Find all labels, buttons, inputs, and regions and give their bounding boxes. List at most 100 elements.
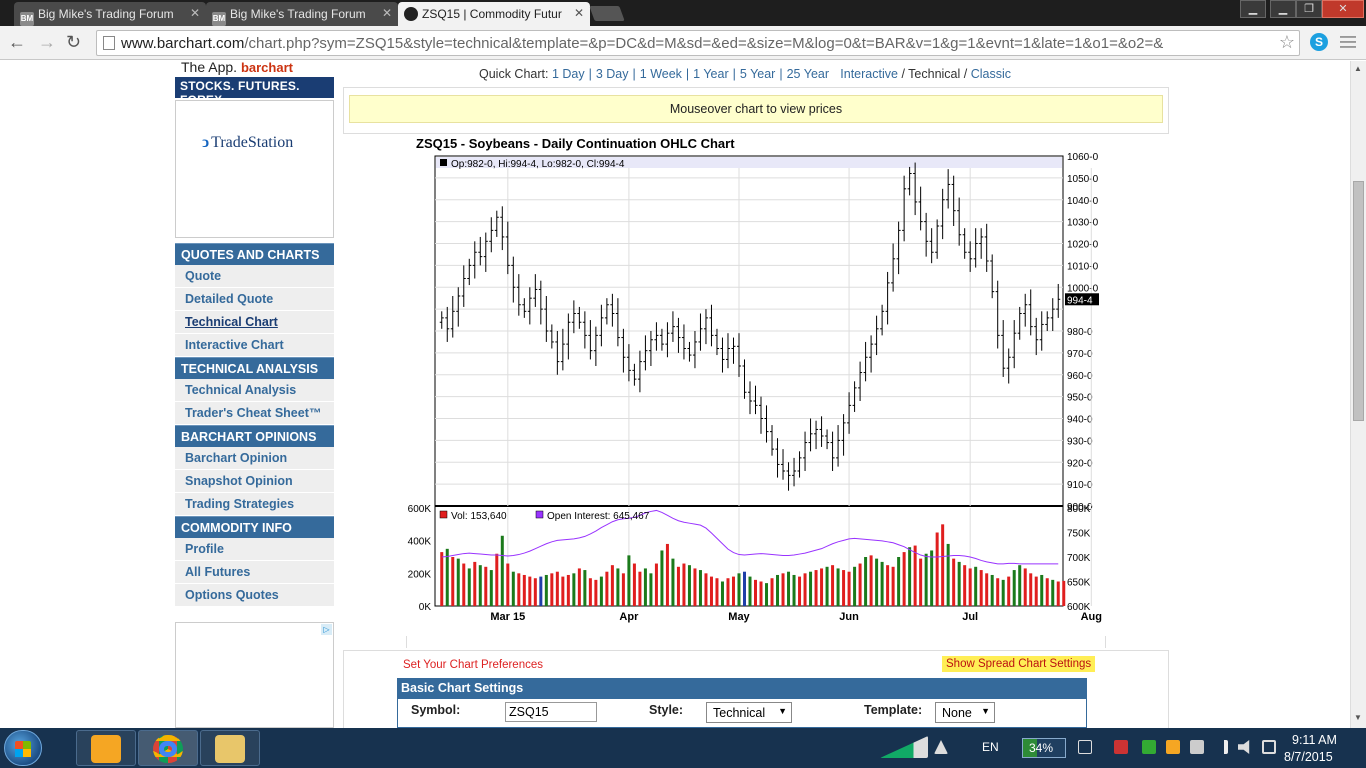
taskbar-chrome[interactable] (138, 730, 198, 766)
updates-icon[interactable] (1166, 740, 1180, 754)
link-interactive[interactable]: Interactive (840, 67, 898, 81)
section-barchart-opinions: BARCHART OPINIONS (175, 425, 334, 447)
network-meter-icon[interactable] (880, 736, 928, 758)
wireless-icon[interactable] (934, 740, 948, 754)
security-shield-icon[interactable] (1142, 740, 1156, 754)
quick-link-25-year[interactable]: 25 Year (787, 67, 829, 81)
quick-link-1-week[interactable]: 1 Week (640, 67, 682, 81)
volume-bar (572, 573, 576, 606)
volume-bar (506, 563, 510, 606)
sidebar-item-profile[interactable]: Profile (175, 538, 334, 561)
taskbar-outlook[interactable] (76, 730, 136, 766)
volume-bar (919, 558, 923, 606)
quick-chart-bar: Quick Chart: 1 Day | 3 Day | 1 Week | 1 Year | 5… (479, 67, 1012, 81)
volume-bar (687, 565, 691, 606)
oi-tick-label: 800K (1067, 504, 1091, 515)
volume-bar (599, 576, 603, 606)
clock-date[interactable]: 8/7/2015 (1284, 750, 1333, 764)
tab-big-mikes-1[interactable]: BM Big Mike's Trading Forum ✕ (14, 2, 206, 26)
volume-icon[interactable] (1238, 740, 1250, 754)
close-tab-icon[interactable]: ✕ (190, 6, 200, 20)
sidebar-ad[interactable]: ▷ (175, 622, 334, 728)
scroll-up-icon[interactable]: ▲ (1354, 64, 1362, 73)
mouseover-hint: Mouseover chart to view prices (349, 95, 1163, 123)
quick-link-5-year[interactable]: 5 Year (740, 67, 775, 81)
chrome-menu-icon[interactable]: — — — (1340, 29, 1356, 55)
show-spread-settings-button[interactable]: Show Spread Chart Settings (942, 656, 1096, 672)
tab-title: Big Mike's Trading Forum (230, 7, 366, 21)
taskbar-explorer[interactable] (200, 730, 260, 766)
bookmark-star-icon[interactable]: ☆ (1279, 32, 1295, 53)
sidebar-item-interactive-chart[interactable]: Interactive Chart (175, 334, 334, 357)
action-center-icon[interactable] (1190, 740, 1204, 754)
ohlc-chart[interactable]: 900-0910-0920-0930-0940-0950-0960-0970-0… (360, 150, 1120, 630)
sidebar-item-traders-cheat-sheet[interactable]: Trader's Cheat Sheet™ (175, 402, 334, 425)
sidebar-item-options-quotes[interactable]: Options Quotes (175, 584, 334, 607)
volume-bar (792, 574, 796, 606)
quick-link-3-day[interactable]: 3 Day (596, 67, 629, 81)
start-button[interactable] (4, 730, 42, 766)
battery-indicator[interactable]: 34% (1022, 738, 1066, 758)
volume-bar (831, 565, 835, 606)
volume-bar (820, 568, 824, 606)
volume-bar (754, 579, 758, 606)
volume-bar (869, 555, 873, 606)
sidebar-item-detailed-quote[interactable]: Detailed Quote (175, 288, 334, 311)
power-plug-icon[interactable] (1078, 740, 1092, 754)
scroll-down-icon[interactable]: ▼ (1354, 713, 1362, 722)
sidebar-item-technical-chart[interactable]: Technical Chart (175, 311, 334, 334)
price-tick-label: 1040-0 (1067, 196, 1099, 207)
close-window-button[interactable]: ✕ (1322, 0, 1364, 18)
sidebar-item-trading-strategies[interactable]: Trading Strategies (175, 493, 334, 516)
link-classic[interactable]: Classic (971, 67, 1011, 81)
chart-preferences-link[interactable]: Set Your Chart Preferences (403, 659, 543, 671)
section-commodity-info: COMMODITY INFO (175, 516, 334, 538)
sidebar-item-all-futures[interactable]: All Futures (175, 561, 334, 584)
volume-bar (770, 578, 774, 606)
tab-title: Big Mike's Trading Forum (38, 7, 174, 21)
page-scrollbar[interactable]: ▲ ▼ (1350, 61, 1366, 728)
volume-bar (440, 552, 444, 606)
sidebar-item-snapshot-opinion[interactable]: Snapshot Opinion (175, 470, 334, 493)
quick-link-1-year[interactable]: 1 Year (693, 67, 728, 81)
volume-bar (456, 558, 460, 606)
volume-bar (759, 581, 763, 606)
quick-link-1-day[interactable]: 1 Day (552, 67, 585, 81)
language-indicator[interactable]: EN (982, 740, 999, 754)
volume-bar (583, 570, 587, 606)
signal-bars-icon[interactable] (1214, 740, 1228, 754)
close-tab-icon[interactable]: ✕ (574, 6, 584, 20)
template-select[interactable]: None ▼ (935, 702, 995, 723)
mcafee-icon[interactable] (1114, 740, 1128, 754)
tradestation-ad[interactable]: ↄ TradeStation (175, 100, 334, 238)
tab-zsq15[interactable]: ZSQ15 | Commodity Futur ✕ (398, 2, 590, 26)
volume-bar (836, 568, 840, 606)
clock-time[interactable]: 9:11 AM (1292, 733, 1337, 747)
minimize-button[interactable]: ▁ (1270, 0, 1296, 18)
restore-button[interactable]: ❐ (1296, 0, 1322, 18)
sidebar-item-barchart-opinion[interactable]: Barchart Opinion (175, 447, 334, 470)
new-tab-button[interactable] (589, 6, 625, 21)
style-select[interactable]: Technical ▼ (706, 702, 792, 723)
volume-bar (891, 566, 895, 606)
sidebar-item-quote[interactable]: Quote (175, 265, 334, 288)
address-bar[interactable]: www.barchart.com/chart.php?sym=ZSQ15&sty… (96, 30, 1300, 56)
scrollbar-thumb[interactable] (1353, 181, 1364, 421)
sidebar-item-technical-analysis[interactable]: Technical Analysis (175, 379, 334, 402)
user-profile-button[interactable]: ▁ (1240, 0, 1266, 18)
adchoices-icon[interactable]: ▷ (321, 624, 332, 635)
close-tab-icon[interactable]: ✕ (382, 6, 392, 20)
tab-big-mikes-2[interactable]: BM Big Mike's Trading Forum ✕ (206, 2, 398, 26)
reload-icon[interactable]: ↻ (66, 32, 81, 52)
volume-bar (715, 578, 719, 606)
price-tick-label: 1060-0 (1067, 152, 1099, 163)
barchart-app-banner[interactable]: The App. barchart STOCKS. FUTURES. FOREX… (175, 60, 334, 98)
display-icon[interactable] (1262, 740, 1276, 754)
volume-bar (544, 574, 548, 606)
volume-bar (649, 573, 653, 606)
skype-extension-icon[interactable]: S (1310, 33, 1328, 51)
price-tick-label: 1030-0 (1067, 218, 1099, 229)
forward-arrow-icon[interactable]: → (38, 32, 56, 52)
back-arrow-icon[interactable]: ← (8, 32, 26, 52)
symbol-input[interactable] (505, 702, 597, 722)
